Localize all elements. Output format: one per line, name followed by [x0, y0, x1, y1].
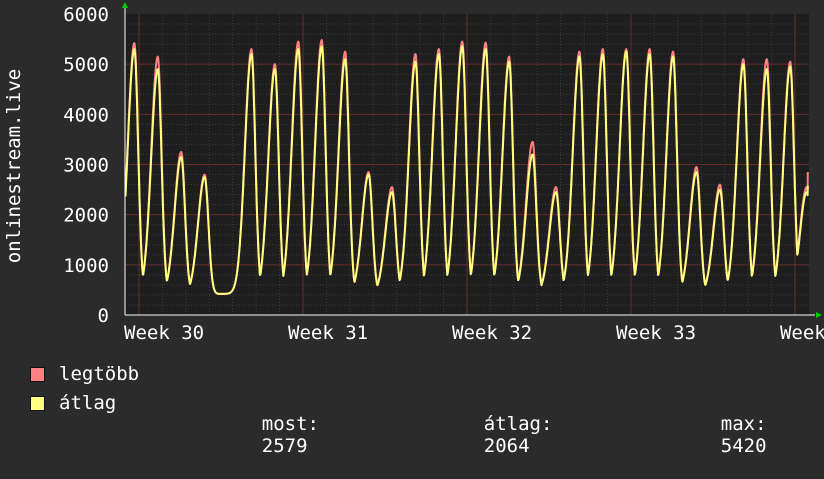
y-axis-arrow — [122, 2, 128, 8]
legend-item-avg: átlag — [30, 391, 116, 415]
y-tick-label: 0 — [98, 305, 109, 327]
x-axis-arrow — [816, 312, 822, 318]
legend-label-max: legtöbb — [59, 363, 140, 385]
chart-svg: 0 1000 2000 3000 4000 5000 6000 Week 30 Week 31 W… — [3, 2, 824, 344]
y-tick-label: 5000 — [63, 54, 109, 76]
y-tick-label: 2000 — [63, 205, 109, 227]
y-axis-label: onlinestream.live — [3, 69, 25, 263]
y-tick-label: 3000 — [63, 155, 109, 177]
stat-maximum-value: 5420 — [720, 435, 767, 457]
stat-maximum-label: max: — [720, 413, 767, 435]
stat-current-value: 2579 — [261, 435, 308, 457]
stat-current: most: 2579 — [216, 391, 319, 479]
y-tick-label: 6000 — [63, 4, 109, 26]
y-tick-label: 1000 — [63, 255, 109, 277]
chart-container: 0 1000 2000 3000 4000 5000 6000 Week 30 Week 31 W… — [0, 0, 824, 457]
legend-label-avg: átlag — [59, 392, 117, 414]
x-tick-label: Week 32 — [452, 322, 532, 344]
x-tick-label: Week 31 — [288, 322, 368, 344]
stat-average: átlag: 2064 — [438, 391, 553, 479]
x-tick-label: Week 34 — [780, 322, 824, 344]
legend-swatch-max — [30, 366, 45, 382]
stat-average-label: átlag: — [483, 413, 553, 435]
x-tick-label: Week 30 — [124, 322, 204, 344]
stat-current-label: most: — [261, 413, 319, 435]
stat-average-value: 2064 — [483, 435, 530, 457]
y-tick-label: 4000 — [63, 104, 109, 126]
legend-swatch-avg — [30, 395, 45, 411]
legend-item-max: legtöbb — [30, 362, 139, 386]
stat-maximum: max: 5420 — [675, 391, 767, 479]
x-tick-label: Week 33 — [616, 322, 696, 344]
